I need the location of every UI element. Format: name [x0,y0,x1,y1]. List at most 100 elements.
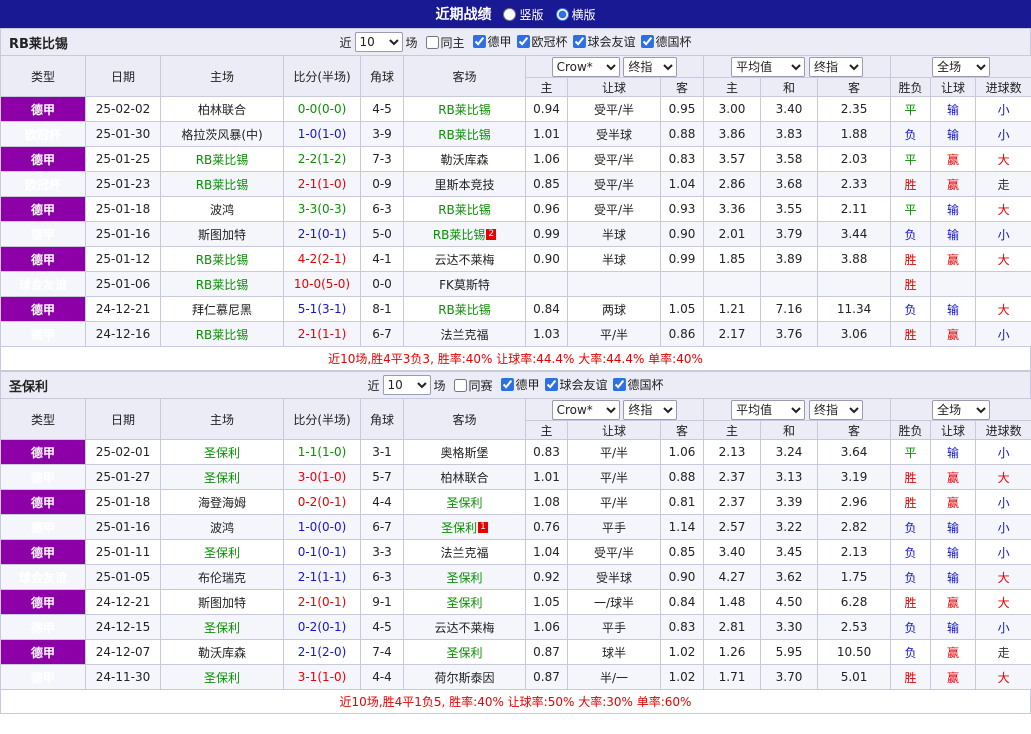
team-link[interactable]: 斯图加特 [198,228,246,242]
team-link[interactable]: 勒沃库森 [440,153,488,167]
match-row: 德甲 24-12-21 拜仁慕尼黑 5-1(3-1) 8-1 RB莱比锡 0.84 两球 1.0… [0,296,1031,322]
crown-away-odds: 1.02 [659,664,705,690]
team-link[interactable]: RB莱比锡 [438,128,491,142]
team-link[interactable]: 斯图加特 [198,596,246,610]
crown-handicap-line: 受平/半 [567,539,661,565]
team-link[interactable]: 波鸿 [210,521,234,535]
match-score: 2-1(1-0) [283,171,361,197]
team-link[interactable]: RB莱比锡 [196,153,249,167]
crown-handicap-line: 一/球半 [567,589,661,615]
result-goals: 大 [975,564,1031,590]
result-goals: 小 [975,489,1031,515]
same-filter-checkbox[interactable] [425,35,439,49]
team-link[interactable]: 云达不莱梅 [434,253,494,267]
team-link[interactable]: 柏林联合 [440,471,488,485]
team-link[interactable]: 柏林联合 [198,103,246,117]
team-link[interactable]: 奥格斯堡 [440,446,488,460]
odds-stage-select[interactable]: 终指 [623,399,678,420]
bookmaker-select[interactable]: Crow* [551,56,620,77]
team-link[interactable]: 波鸿 [210,203,234,217]
col-crown-line: 让球 [567,77,661,97]
team-link[interactable]: 圣保利 [204,546,240,560]
team-link[interactable]: 圣保利 [441,521,477,535]
scope-select[interactable]: 全场 [932,399,991,420]
games-label: 场 [433,378,446,393]
match-row: 德甲 25-01-11 圣保利 0-1(0-1) 3-3 法兰克福 1.04 受平/半 0.85… [0,539,1031,565]
team-link[interactable]: 圣保利 [446,646,482,660]
team-link[interactable]: 法兰克福 [440,328,488,342]
crown-away-odds: 0.88 [659,121,705,147]
bookmaker-select[interactable]: Crow* [551,399,620,420]
same-filter-checkbox[interactable] [453,378,467,392]
crown-away-odds: 0.81 [659,489,705,515]
league-filter-checkbox[interactable] [640,35,654,48]
result-goals: 大 [975,589,1031,615]
team-link[interactable]: RB莱比锡 [196,278,249,292]
team-link[interactable]: 圣保利 [446,596,482,610]
league-filter-checkbox[interactable] [516,35,530,48]
league-filter-checkbox[interactable] [544,378,558,391]
team-link[interactable]: 拜仁慕尼黑 [192,303,252,317]
avg-away-odds: 2.53 [817,614,892,640]
match-score: 1-0(0-0) [283,514,361,540]
team-link[interactable]: RB莱比锡 [438,203,491,217]
league-filter-checkbox[interactable] [472,35,486,48]
team-link[interactable]: 圣保利 [204,671,240,685]
team-link[interactable]: 圣保利 [204,471,240,485]
result-outcome: 胜 [890,246,932,272]
match-row: 欧冠杯 25-01-23 RB莱比锡 2-1(1-0) 0-9 里斯本竞技 0.85 受平/半… [0,171,1031,197]
team-link[interactable]: RB莱比锡 [433,228,486,242]
league-badge: 欧冠杯 [0,121,86,147]
col-avg-draw: 和 [760,420,819,440]
team-link[interactable]: 格拉茨风暴(中) [181,128,262,142]
team-link[interactable]: FK莫斯特 [439,278,490,292]
team-link[interactable]: 圣保利 [204,446,240,460]
avg-away-odds: 1.88 [817,121,892,147]
team-link[interactable]: 里斯本竞技 [434,178,494,192]
result-handicap: 赢 [930,171,977,197]
team-link[interactable]: RB莱比锡 [438,303,491,317]
team-link[interactable]: 荷尔斯泰因 [434,671,494,685]
horizontal-layout-radio[interactable] [555,7,569,21]
match-count-select[interactable]: 10 [382,375,431,395]
team-link[interactable]: RB莱比锡 [196,178,249,192]
team-link[interactable]: 布伦瑞克 [198,571,246,585]
odds-stage-select[interactable]: 终指 [808,56,863,77]
team-link[interactable]: 圣保利 [204,621,240,635]
team-link[interactable]: 海登海姆 [198,496,246,510]
result-outcome: 胜 [890,321,932,347]
team-link[interactable]: RB莱比锡 [196,328,249,342]
league-filter-checkbox[interactable] [500,378,514,391]
scope-select[interactable]: 全场 [932,56,991,77]
league-filter-checkbox[interactable] [572,35,586,48]
result-outcome: 负 [890,564,932,590]
team-link[interactable]: 法兰克福 [440,546,488,560]
vertical-layout-radio[interactable] [503,7,517,21]
average-select[interactable]: 平均值 [731,56,806,77]
team-link[interactable]: 勒沃库森 [198,646,246,660]
team-link[interactable]: 云达不莱梅 [434,621,494,635]
result-goals: 大 [975,464,1031,490]
avg-home-odds: 3.57 [703,146,762,172]
odds-stage-select[interactable]: 终指 [808,399,863,420]
corner-count: 6-7 [360,321,404,347]
avg-away-odds: 3.06 [817,321,892,347]
col-result: 胜负 [890,420,932,440]
odds-stage-select[interactable]: 终指 [623,56,678,77]
corner-count: 3-3 [360,539,404,565]
result-handicap [930,271,977,297]
match-count-select[interactable]: 10 [354,32,403,52]
team-link[interactable]: RB莱比锡 [438,103,491,117]
team-link[interactable]: RB莱比锡 [196,253,249,267]
result-goals: 小 [975,321,1031,347]
team-link[interactable]: 圣保利 [446,496,482,510]
league-filter-checkbox[interactable] [612,378,626,391]
result-goals: 走 [975,171,1031,197]
league-badge: 德甲 [0,96,86,122]
section-team-name: RB莱比锡 [9,36,68,52]
result-outcome: 平 [890,96,932,122]
avg-draw-odds: 3.68 [760,171,819,197]
crown-handicap-line: 平/半 [567,321,661,347]
team-link[interactable]: 圣保利 [446,571,482,585]
average-select[interactable]: 平均值 [731,399,806,420]
